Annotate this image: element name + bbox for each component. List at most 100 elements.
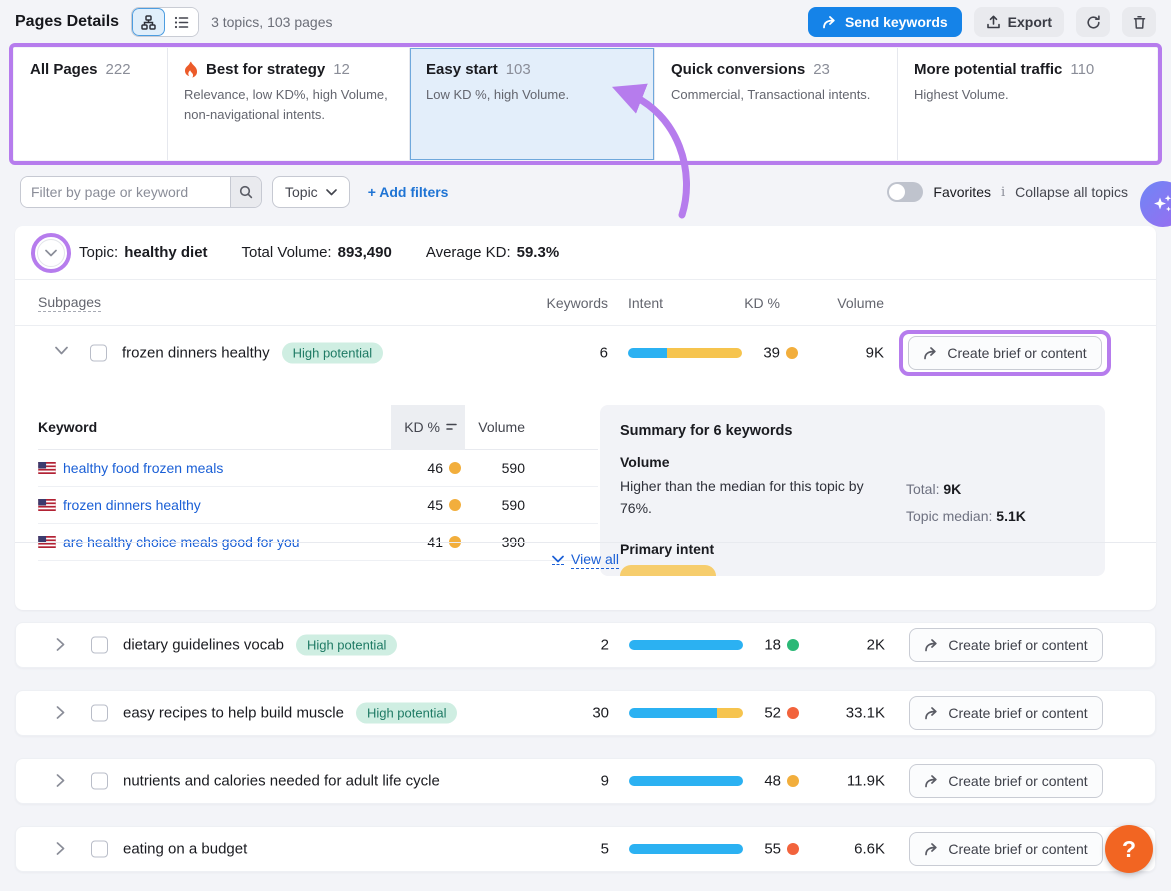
info-icon[interactable]: i [1001, 185, 1005, 200]
volume-value: 33.1K [806, 705, 885, 722]
help-button[interactable]: ? [1105, 825, 1153, 873]
topic-dropdown[interactable]: Topic [272, 176, 350, 208]
row-checkbox[interactable] [91, 841, 108, 858]
topics-pages-count: 3 topics, 103 pages [211, 14, 332, 30]
subpage-name[interactable]: dietary guidelines vocab [123, 637, 284, 654]
kd-status-dot [787, 775, 799, 787]
search-group [20, 176, 262, 208]
summary-title: Summary for 6 keywords [620, 423, 1085, 439]
high-potential-badge: High potential [282, 343, 384, 364]
subpage-row: eating on a budget 5 55 6.6K Create brie… [15, 826, 1156, 872]
trash-icon [1132, 15, 1147, 30]
subpage-row: dietary guidelines vocab High potential … [15, 622, 1156, 668]
high-potential-badge: High potential [296, 635, 398, 656]
volume-column-header: Volume [445, 419, 525, 435]
row-checkbox[interactable] [91, 637, 108, 654]
row-expand-chevron-icon[interactable] [56, 638, 70, 652]
add-filters-link[interactable]: + Add filters [368, 184, 449, 200]
keyword-kd: 46 [378, 460, 443, 476]
refresh-button[interactable] [1076, 7, 1110, 37]
intent-informational-segment [628, 348, 667, 358]
search-icon [239, 185, 253, 199]
summary-median-value: 5.1K [996, 508, 1026, 524]
kd-status-dot [786, 347, 798, 359]
tab-easy-start[interactable]: Easy start103 Low KD %, high Volume. [410, 48, 655, 160]
create-brief-button[interactable]: Create brief or content [909, 628, 1103, 662]
tab-more-potential-traffic[interactable]: More potential traffic110 Highest Volume… [898, 48, 1157, 160]
keyword-link[interactable]: healthy food frozen meals [38, 460, 223, 476]
export-button[interactable]: Export [974, 7, 1064, 37]
create-brief-button[interactable]: Create brief or content [909, 764, 1103, 798]
expanded-detail-area: Keyword KD % Volume healthy food frozen … [15, 380, 1156, 576]
row-expand-chevron-icon[interactable] [56, 774, 70, 788]
keyword-link[interactable]: frozen dinners healthy [38, 497, 201, 513]
create-brief-button[interactable]: Create brief or content [908, 336, 1102, 370]
search-button[interactable] [230, 177, 261, 207]
summary-stats: Total: 9K Topic median: 5.1K [906, 476, 1026, 529]
keyword-volume: 590 [445, 497, 525, 513]
page-title: Pages Details [15, 13, 119, 31]
keywords-count: 9 [536, 773, 609, 790]
send-keywords-button[interactable]: Send keywords [808, 7, 962, 37]
topic-average-kd: 59.3% [517, 244, 560, 261]
view-all-link[interactable]: View all [15, 542, 1156, 576]
list-view-button[interactable] [165, 8, 198, 36]
refresh-icon [1086, 15, 1101, 30]
favorites-label: Favorites [933, 184, 991, 200]
subpage-name[interactable]: easy recipes to help build muscle [123, 705, 344, 722]
row-checkbox[interactable] [90, 345, 107, 362]
chevron-down-icon [552, 555, 564, 565]
forward-arrow-icon [924, 707, 939, 720]
pages-details-screen: Pages Details 3 topics, 103 pages Send k… [0, 0, 1171, 891]
top-toolbar: Pages Details 3 topics, 103 pages Send k… [0, 0, 1171, 44]
volume-value: 11.9K [806, 773, 885, 790]
column-keywords: Keywords [535, 295, 608, 311]
keyword-table: Keyword KD % Volume healthy food frozen … [38, 405, 598, 561]
export-icon [986, 15, 1001, 30]
favorites-toggle[interactable] [887, 182, 923, 202]
keyword-row: frozen dinners healthy 45 590 [38, 487, 598, 524]
topic-total-volume: 893,490 [338, 244, 392, 261]
subpage-row: nutrients and calories needed for adult … [15, 758, 1156, 804]
row-expand-chevron-icon[interactable] [56, 706, 70, 720]
column-intent: Intent [628, 295, 663, 311]
forward-arrow-icon [924, 843, 939, 856]
kd-value: 55 [716, 841, 781, 858]
kd-value: 39 [715, 345, 780, 362]
us-flag-icon [38, 499, 56, 511]
kd-value: 48 [716, 773, 781, 790]
annotation-chevron-highlight-circle [31, 233, 71, 273]
tab-quick-conversions[interactable]: Quick conversions23 Commercial, Transact… [655, 48, 898, 160]
collapse-all-topics-link[interactable]: Collapse all topics [1015, 184, 1128, 200]
search-input[interactable] [21, 177, 230, 207]
column-subpages[interactable]: Subpages [38, 294, 101, 312]
keyword-column-header: Keyword [38, 419, 97, 435]
tab-all-pages[interactable]: All Pages222 [14, 48, 168, 160]
forward-arrow-icon [923, 347, 938, 360]
subpage-name[interactable]: nutrients and calories needed for adult … [123, 773, 440, 790]
subpage-name[interactable]: eating on a budget [123, 841, 247, 858]
tab-best-for-strategy[interactable]: Best for strategy12 Relevance, low KD%, … [168, 48, 410, 160]
volume-value: 2K [806, 637, 885, 654]
row-checkbox[interactable] [91, 773, 108, 790]
keywords-count: 5 [536, 841, 609, 858]
keywords-count: 6 [535, 345, 608, 362]
high-potential-badge: High potential [356, 703, 458, 724]
row-checkbox[interactable] [91, 705, 108, 722]
subpage-name[interactable]: frozen dinners healthy [122, 345, 270, 362]
topic-collapse-button[interactable] [37, 239, 65, 267]
us-flag-icon [38, 462, 56, 474]
create-brief-button[interactable]: Create brief or content [909, 696, 1103, 730]
topic-header-row: Topic: healthy diet Total Volume: 893,49… [15, 226, 1156, 280]
subpage-row-expanded: frozen dinners healthy High potential 6 … [15, 326, 1156, 380]
delete-button[interactable] [1122, 7, 1156, 37]
row-collapse-chevron-icon[interactable] [55, 346, 69, 360]
create-brief-button[interactable]: Create brief or content [909, 832, 1103, 866]
kd-status-dot [787, 707, 799, 719]
tree-view-button[interactable] [132, 8, 165, 36]
topic-summary-text: Topic: healthy diet Total Volume: 893,49… [79, 244, 559, 261]
topic-name: healthy diet [124, 244, 207, 261]
forward-arrow-icon [924, 775, 939, 788]
row-expand-chevron-icon[interactable] [56, 842, 70, 856]
column-kd: KD % [715, 295, 780, 311]
